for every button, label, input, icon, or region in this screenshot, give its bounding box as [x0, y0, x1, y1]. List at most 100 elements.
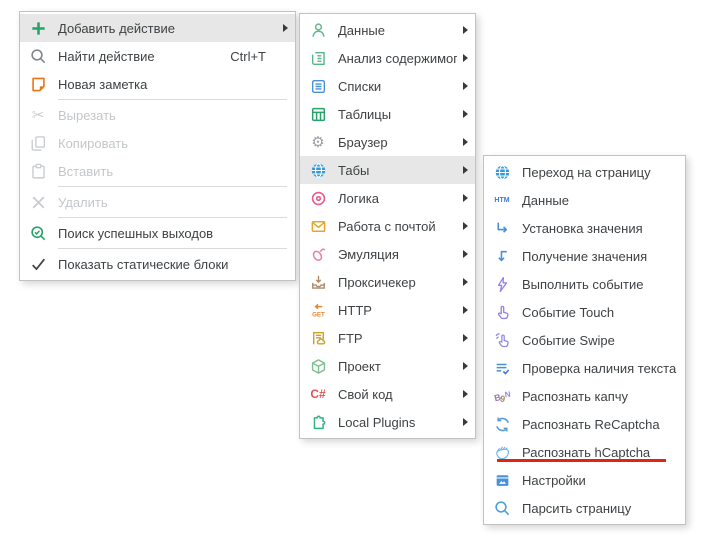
menu-item-content-analysis[interactable]: Анализ содержимого: [300, 44, 475, 72]
svg-text:N: N: [504, 389, 511, 399]
search-success-icon: [29, 224, 47, 242]
scissors-icon: ✂: [29, 106, 47, 124]
menu-item-goto-page[interactable]: Переход на страницу: [484, 158, 685, 186]
menu-item-proxychecker[interactable]: Проксичекер: [300, 268, 475, 296]
submenu-arrow-icon: [463, 26, 468, 34]
proxy-inbox-icon: [309, 273, 327, 291]
menu-item-label: Получение значения: [522, 249, 678, 264]
menu-item-label: Таблицы: [338, 107, 457, 122]
add-action-submenu: Данные Анализ содержимого Списки Таблицы…: [299, 13, 476, 439]
menu-item-find-action[interactable]: Найти действие Ctrl+T: [20, 42, 295, 70]
menu-item-http[interactable]: GET HTTP: [300, 296, 475, 324]
menu-item-label: Новая заметка: [58, 77, 288, 92]
menu-item-ftp[interactable]: FTP: [300, 324, 475, 352]
menu-item-recognize-captcha[interactable]: B9N Распознать капчу: [484, 382, 685, 410]
menu-item-delete: Удалить: [20, 188, 295, 216]
menu-item-run-event[interactable]: Выполнить событие: [484, 270, 685, 298]
menu-item-mail[interactable]: Работа с почтой: [300, 212, 475, 240]
submenu-arrow-icon: [463, 166, 468, 174]
menu-item-tables[interactable]: Таблицы: [300, 100, 475, 128]
set-value-arrow-icon: [493, 219, 511, 237]
menu-item-label: Удалить: [58, 195, 288, 210]
menu-item-show-static-blocks[interactable]: Показать статические блоки: [20, 250, 295, 278]
menu-item-browser[interactable]: ⚙ Браузер: [300, 128, 475, 156]
csharp-icon: C#: [309, 385, 327, 403]
context-menus-screen: { "colors": { "highlight": "#e7e7e7", "m…: [0, 0, 721, 536]
submenu-arrow-icon: [463, 138, 468, 146]
search-icon: [29, 47, 47, 65]
menu-item-label: Работа с почтой: [338, 219, 457, 234]
menu-item-label: Вставить: [58, 164, 288, 179]
submenu-arrow-icon: [463, 418, 468, 426]
submenu-arrow-icon: [463, 194, 468, 202]
menu-item-custom-code[interactable]: C# Свой код: [300, 380, 475, 408]
touch-hand-icon: [493, 303, 511, 321]
page-search-icon: [493, 499, 511, 517]
submenu-arrow-icon: [463, 306, 468, 314]
submenu-arrow-icon: [463, 222, 468, 230]
menu-item-set-value[interactable]: Установка значения: [484, 214, 685, 242]
menu-item-get-value[interactable]: Получение значения: [484, 242, 685, 270]
menu-item-label: Проверка наличия текста: [522, 361, 678, 376]
menu-item-label: Списки: [338, 79, 457, 94]
menu-item-label: Распознать капчу: [522, 389, 678, 404]
menu-item-label: Local Plugins: [338, 415, 457, 430]
menu-item-search-success-exits[interactable]: Поиск успешных выходов: [20, 219, 295, 247]
menu-item-settings[interactable]: Настройки: [484, 466, 685, 494]
submenu-arrow-icon: [463, 278, 468, 286]
menu-separator: [58, 99, 287, 100]
menu-item-add-action[interactable]: Добавить действие: [20, 14, 295, 42]
menu-item-data[interactable]: Данные: [300, 16, 475, 44]
menu-item-label: Событие Touch: [522, 305, 678, 320]
note-icon: [29, 75, 47, 93]
check-icon: [29, 255, 47, 273]
menu-item-paste: Вставить: [20, 157, 295, 185]
settings-window-icon: [493, 471, 511, 489]
menu-item-new-note[interactable]: Новая заметка: [20, 70, 295, 98]
http-get-icon: GET: [309, 301, 327, 319]
menu-item-swipe-event[interactable]: Событие Swipe: [484, 326, 685, 354]
menu-item-label: Найти действие: [58, 49, 230, 64]
submenu-arrow-icon: [463, 250, 468, 258]
svg-text:GET: GET: [312, 311, 325, 318]
menu-item-touch-event[interactable]: Событие Touch: [484, 298, 685, 326]
main-context-menu: Добавить действие Найти действие Ctrl+T …: [19, 11, 296, 281]
menu-item-data-htm[interactable]: HTM Данные: [484, 186, 685, 214]
menu-item-lists[interactable]: Списки: [300, 72, 475, 100]
lightning-icon: [493, 275, 511, 293]
recaptcha-refresh-icon: [493, 415, 511, 433]
menu-item-label: Копировать: [58, 136, 288, 151]
menu-item-parse-page[interactable]: Парсить страницу: [484, 494, 685, 522]
menu-item-label: Вырезать: [58, 108, 288, 123]
menu-item-emulation[interactable]: Эмуляция: [300, 240, 475, 268]
menu-item-label: Проект: [338, 359, 457, 374]
shortcut-label: Ctrl+T: [230, 49, 266, 64]
mail-icon: [309, 217, 327, 235]
copy-icon: [29, 134, 47, 152]
submenu-arrow-icon: [463, 54, 468, 62]
delete-x-icon: [29, 193, 47, 211]
menu-item-label: FTP: [338, 331, 457, 346]
menu-item-check-text[interactable]: Проверка наличия текста: [484, 354, 685, 382]
captcha-letters-icon: B9N: [493, 387, 511, 405]
menu-item-label: Событие Swipe: [522, 333, 678, 348]
menu-item-label: Поиск успешных выходов: [58, 226, 288, 241]
content-analysis-icon: [309, 49, 327, 67]
paste-icon: [29, 162, 47, 180]
submenu-arrow-icon: [463, 390, 468, 398]
menu-item-cut: ✂ Вырезать: [20, 101, 295, 129]
menu-item-local-plugins[interactable]: Local Plugins: [300, 408, 475, 436]
globe-icon: [493, 163, 511, 181]
menu-item-label: Данные: [338, 23, 457, 38]
submenu-arrow-icon: [463, 334, 468, 342]
menu-item-label: Данные: [522, 193, 678, 208]
table-icon: [309, 105, 327, 123]
menu-item-recognize-recaptcha[interactable]: Распознать ReCaptcha: [484, 410, 685, 438]
menu-item-project[interactable]: Проект: [300, 352, 475, 380]
tabs-submenu: Переход на страницу HTM Данные Установка…: [483, 155, 686, 525]
globe-icon: [309, 161, 327, 179]
menu-item-label: Табы: [338, 163, 457, 178]
menu-item-label: Браузер: [338, 135, 457, 150]
menu-item-tabs[interactable]: Табы: [300, 156, 475, 184]
menu-item-logic[interactable]: Логика: [300, 184, 475, 212]
